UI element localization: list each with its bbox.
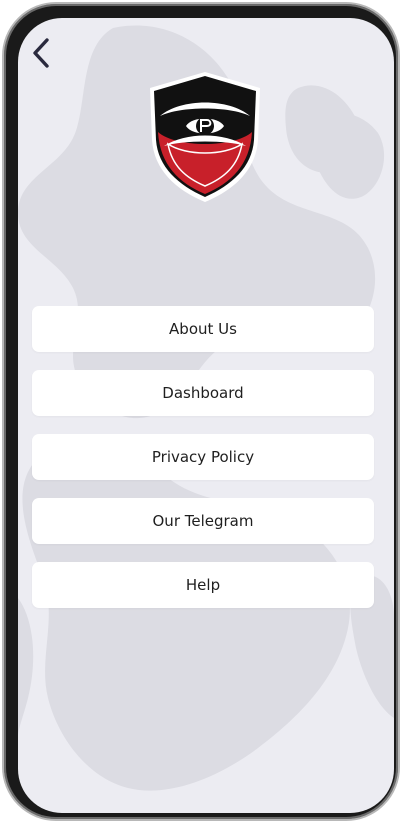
back-button[interactable] [28, 36, 56, 70]
dashboard-button[interactable]: Dashboard [32, 370, 374, 416]
app-logo [146, 70, 264, 204]
help-button[interactable]: Help [32, 562, 374, 608]
shield-logo-icon [150, 72, 260, 202]
about-us-button[interactable]: About Us [32, 306, 374, 352]
privacy-policy-button[interactable]: Privacy Policy [32, 434, 374, 480]
our-telegram-button[interactable]: Our Telegram [32, 498, 374, 544]
menu-list: About Us Dashboard Privacy Policy Our Te… [32, 306, 374, 626]
chevron-left-icon [33, 38, 49, 68]
app-screen: About Us Dashboard Privacy Policy Our Te… [18, 18, 394, 813]
phone-frame: About Us Dashboard Privacy Policy Our Te… [2, 2, 400, 821]
